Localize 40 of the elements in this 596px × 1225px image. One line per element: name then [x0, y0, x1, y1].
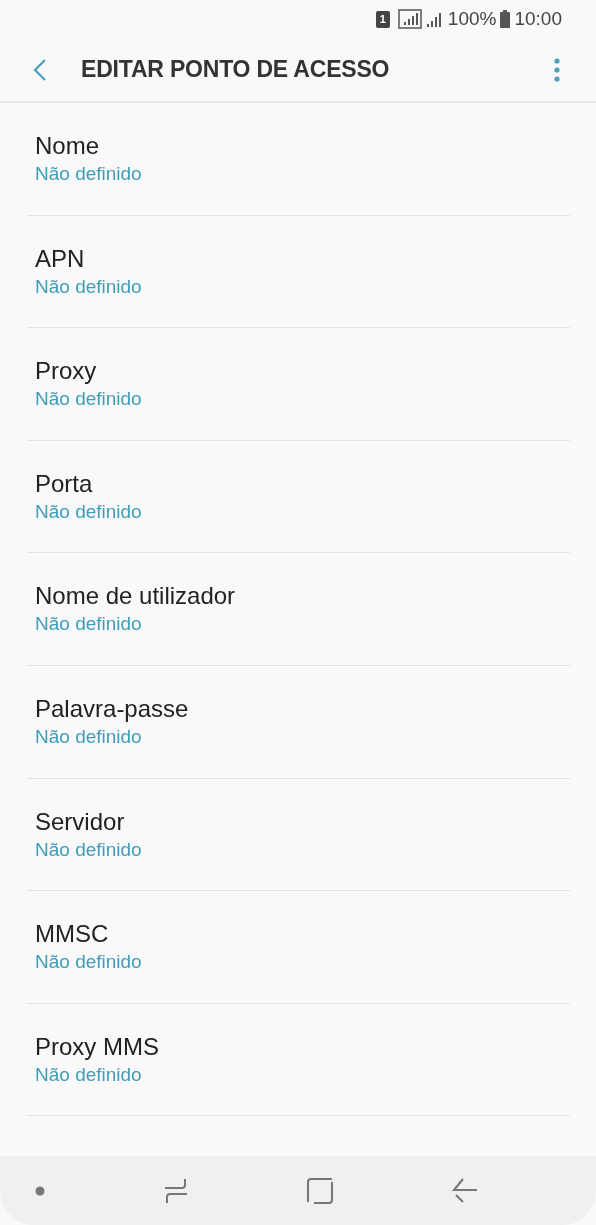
- setting-item[interactable]: Servidor Não definido: [27, 778, 570, 892]
- setting-value: Não definido: [35, 612, 143, 637]
- setting-item[interactable]: Nome de utilizador Não definido: [27, 553, 570, 666]
- setting-label: Nome de utilizador: [35, 581, 237, 612]
- setting-value: Não definido: [35, 1062, 143, 1087]
- setting-value: Não definido: [35, 387, 143, 412]
- setting-label: MMSC: [35, 919, 110, 950]
- dot-icon[interactable]: [35, 1185, 45, 1196]
- more-options-icon[interactable]: [554, 57, 560, 82]
- setting-label: APN: [35, 243, 86, 274]
- back-icon[interactable]: [33, 57, 47, 82]
- setting-item[interactable]: Nome Não definido: [27, 103, 570, 216]
- back-icon[interactable]: [452, 1177, 478, 1204]
- signal-icon: [425, 10, 444, 28]
- setting-value: Não definido: [35, 162, 143, 186]
- setting-label: Porta: [35, 468, 94, 499]
- recent-apps-icon[interactable]: [164, 1177, 188, 1204]
- signal-icon: [397, 9, 422, 29]
- home-icon[interactable]: [307, 1177, 333, 1204]
- setting-item[interactable]: Palavra-passe Não definido: [27, 665, 570, 779]
- setting-label: Nome: [35, 131, 101, 161]
- setting-value: Não definido: [35, 837, 143, 862]
- setting-item[interactable]: APN Não definido: [27, 215, 570, 329]
- setting-item[interactable]: Porta Não definido: [27, 440, 570, 554]
- clock-time: 10:00: [514, 8, 562, 30]
- setting-label: Proxy MMS: [35, 1031, 160, 1062]
- setting-value: Não definido: [35, 274, 143, 299]
- screen-title: EDITAR PONTO DE ACESSO: [81, 56, 391, 83]
- setting-label: Palavra-passe: [35, 693, 190, 724]
- setting-value: Não definido: [35, 499, 143, 524]
- setting-item[interactable]: Proxy Não definido: [27, 328, 570, 441]
- setting-value: Não definido: [35, 950, 143, 975]
- setting-label: Proxy: [35, 356, 98, 387]
- setting-item[interactable]: MMSC Não definido: [27, 891, 570, 1004]
- setting-item[interactable]: Proxy MMS Não definido: [27, 1003, 570, 1117]
- setting-value: Não definido: [35, 724, 143, 749]
- battery-icon: [500, 10, 511, 28]
- sim-slot-icon: 1: [375, 10, 390, 28]
- battery-percentage: 100%: [447, 8, 497, 30]
- setting-label: Servidor: [35, 806, 126, 837]
